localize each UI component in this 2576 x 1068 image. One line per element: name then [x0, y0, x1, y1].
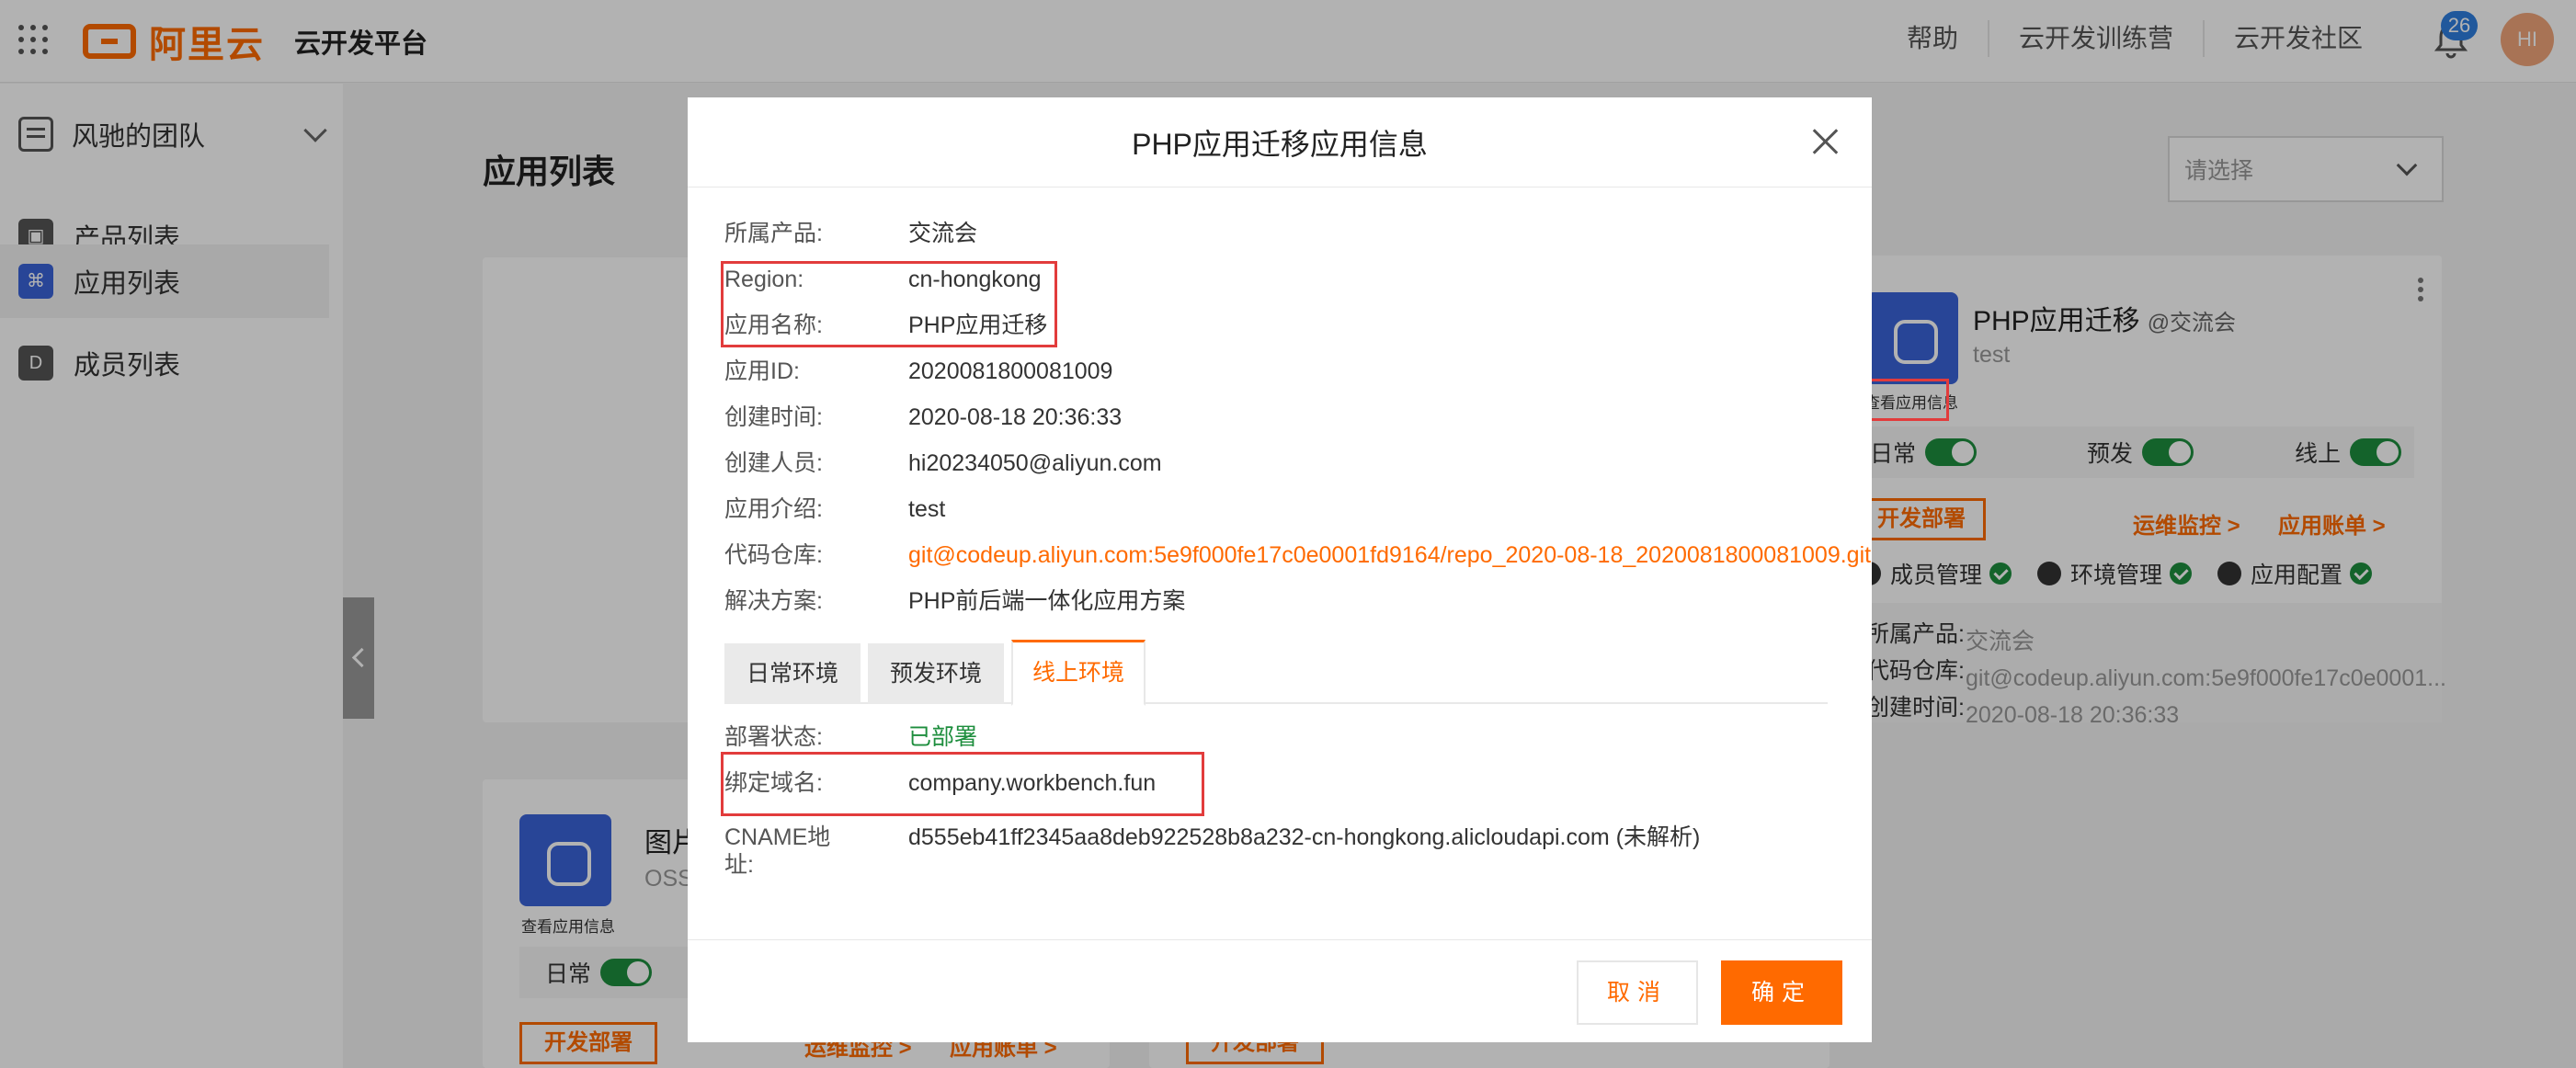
field-solution: 解决方案: PHP前后端一体化应用方案	[724, 585, 1185, 618]
close-icon[interactable]	[1809, 125, 1842, 158]
code-repo-link[interactable]: git@codeup.aliyun.com:5e9f000fe17c0e0001…	[908, 539, 1871, 572]
field-key: 所属产品:	[724, 221, 823, 246]
field-value: 交流会	[908, 221, 978, 246]
app-info-dialog: PHP应用迁移应用信息 所属产品: 交流会 Region: cn-hongkong …	[688, 97, 1872, 1042]
field-product: 所属产品: 交流会	[724, 217, 977, 250]
field-value: test	[908, 496, 946, 522]
tab-daily-env[interactable]: 日常环境	[724, 643, 861, 704]
dialog-title: PHP应用迁移应用信息	[1132, 128, 1428, 161]
field-key: 应用ID:	[724, 358, 800, 384]
dialog-footer: 取消 确定	[688, 939, 1872, 1042]
field-key: CNAME地 址:	[724, 824, 908, 879]
field-key: 解决方案:	[724, 588, 823, 614]
deploy-status-value: 已部署	[908, 724, 978, 750]
confirm-button[interactable]: 确定	[1721, 960, 1842, 1025]
field-value: PHP前后端一体化应用方案	[908, 588, 1186, 614]
tab-online-env[interactable]: 线上环境	[1011, 640, 1146, 706]
field-code-repo: 代码仓库: git@codeup.aliyun.com:5e9f000fe17c0…	[724, 539, 1871, 572]
field-key: 创建时间:	[724, 404, 823, 430]
field-value: 2020081800081009	[908, 358, 1113, 384]
dialog-header: PHP应用迁移应用信息	[688, 97, 1872, 187]
field-app-id: 应用ID: 2020081800081009	[724, 355, 1112, 388]
field-deploy-status: 部署状态: 已部署	[724, 721, 977, 754]
highlight-box-domain	[721, 752, 1204, 816]
field-created-time: 创建时间: 2020-08-18 20:36:33	[724, 401, 1122, 434]
field-key-line1: CNAME地	[724, 824, 831, 850]
field-key: 代码仓库:	[724, 542, 823, 568]
field-cname: CNAME地 址: d555eb41ff2345aa8deb922528b8a23…	[724, 824, 1700, 879]
field-key-line2: 址:	[724, 852, 754, 878]
field-value: 2020-08-18 20:36:33	[908, 404, 1123, 430]
tab-staging-env[interactable]: 预发环境	[868, 643, 1004, 704]
field-key: 创建人员:	[724, 450, 823, 476]
field-value: d555eb41ff2345aa8deb922528b8a232-cn-hong…	[908, 824, 1701, 850]
field-key: 应用介绍:	[724, 496, 823, 522]
field-value: hi20234050@aliyun.com	[908, 450, 1162, 476]
field-description: 应用介绍: test	[724, 493, 945, 526]
cancel-button[interactable]: 取消	[1577, 960, 1698, 1025]
field-key: 部署状态:	[724, 724, 823, 750]
field-creator: 创建人员: hi20234050@aliyun.com	[724, 447, 1162, 480]
highlight-box-region-name	[721, 261, 1057, 347]
env-tabs: 日常环境 预发环境 线上环境	[724, 634, 1828, 706]
